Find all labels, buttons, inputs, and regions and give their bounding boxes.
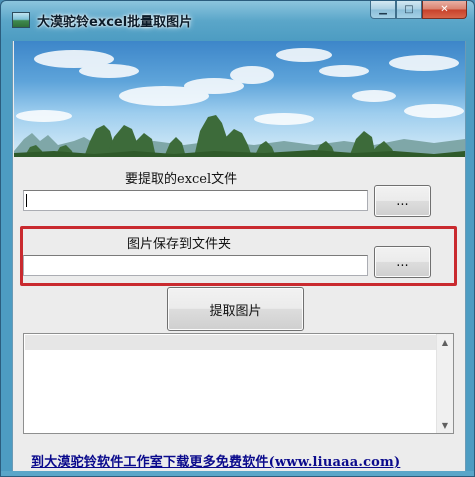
landscape-icon bbox=[12, 12, 30, 28]
extract-images-button[interactable]: 提取图片 bbox=[167, 287, 304, 331]
maximize-icon: □ bbox=[404, 4, 414, 15]
scroll-down-icon[interactable]: ▼ bbox=[437, 417, 453, 433]
save-folder-input[interactable] bbox=[23, 255, 368, 276]
title-bar[interactable]: 大漠驼铃excel批量取图片 ▁ □ ✕ bbox=[1, 1, 474, 41]
window-title: 大漠驼铃excel批量取图片 bbox=[37, 15, 193, 30]
window-bottom-frame bbox=[1, 471, 474, 476]
excel-file-label: 要提取的excel文件 bbox=[125, 172, 238, 187]
maximize-button[interactable]: □ bbox=[396, 1, 422, 19]
minimize-icon: ▁ bbox=[379, 4, 387, 15]
app-window: 大漠驼铃excel批量取图片 ▁ □ ✕ 要提取的excel文件 ... 图片保… bbox=[0, 0, 475, 477]
karst-landscape-banner bbox=[14, 41, 465, 157]
close-icon: ✕ bbox=[440, 4, 449, 15]
vertical-scrollbar[interactable]: ▲ ▼ bbox=[436, 334, 453, 433]
client-area: 要提取的excel文件 ... 图片保存到文件夹 ... 提取图片 ▲ ▼ 到大… bbox=[12, 41, 466, 476]
close-button[interactable]: ✕ bbox=[422, 1, 467, 19]
download-link[interactable]: 到大漠驼铃软件工作室下载更多免费软件(www.liuaaa.com) bbox=[31, 451, 400, 470]
save-folder-label: 图片保存到文件夹 bbox=[127, 237, 232, 252]
log-listbox[interactable]: ▲ ▼ bbox=[23, 333, 454, 434]
minimize-button[interactable]: ▁ bbox=[370, 1, 396, 19]
browse-excel-button[interactable]: ... bbox=[374, 185, 431, 217]
list-item[interactable] bbox=[25, 335, 436, 350]
banner-picture bbox=[14, 48, 465, 157]
scroll-up-icon[interactable]: ▲ bbox=[437, 334, 453, 350]
excel-file-input[interactable] bbox=[23, 190, 368, 211]
text-caret bbox=[26, 194, 27, 207]
clouds bbox=[16, 48, 464, 125]
browse-folder-button[interactable]: ... bbox=[374, 246, 431, 278]
